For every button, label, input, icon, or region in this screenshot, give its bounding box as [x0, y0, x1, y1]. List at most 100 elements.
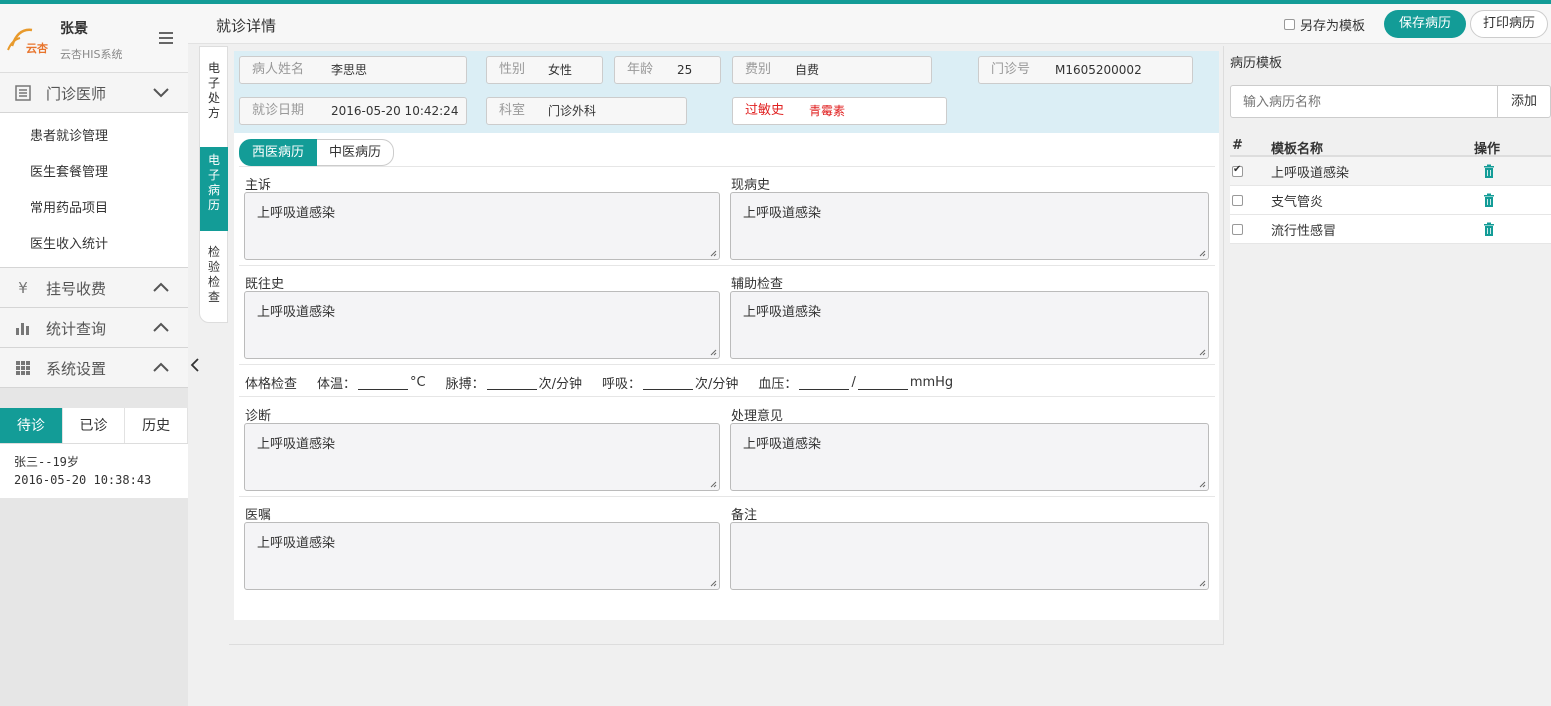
vtab-prescription[interactable]: 电子处方	[200, 55, 228, 135]
row-checkbox[interactable]	[1232, 224, 1243, 235]
doctor-advice-textarea[interactable]: 上呼吸道感染	[244, 522, 720, 590]
checkbox-icon	[1284, 19, 1295, 30]
vitals-row: 体格检查 体温： °C 脉搏： 次/分钟 呼吸： 次/分钟 血压： / mmHg	[245, 373, 953, 392]
resize-grip-icon[interactable]	[710, 349, 717, 356]
record-type-tabs: 西医病历 中医病历	[239, 139, 395, 166]
queue-patient-name: 张三--19岁	[14, 455, 79, 469]
tab-history[interactable]: 历史	[125, 408, 189, 443]
textarea-value: 上呼吸道感染	[257, 437, 336, 452]
page-header: 就诊详情 另存为模板 保存病历 打印病历	[188, 4, 1551, 44]
field-label: 病人姓名	[252, 62, 305, 77]
resize-grip-icon[interactable]	[1199, 481, 1206, 488]
save-as-template-checkbox[interactable]: 另存为模板	[1284, 15, 1365, 34]
column-header: 操作	[1474, 142, 1501, 157]
temp-unit: °C	[410, 375, 426, 390]
trash-icon[interactable]	[1483, 193, 1495, 208]
template-name: 上呼吸道感染	[1271, 166, 1350, 181]
field-label: 科室	[499, 103, 526, 118]
resize-grip-icon[interactable]	[710, 250, 717, 257]
patient-name-field: 病人姓名 李思思	[239, 56, 467, 84]
queue-patient-time: 2016-05-20 10:38:43	[14, 473, 152, 487]
past-history-textarea[interactable]: 上呼吸道感染	[244, 291, 720, 359]
vtab-medical-record[interactable]: 电子病历	[200, 147, 228, 231]
tab-chinese-record[interactable]: 中医病历	[317, 139, 395, 166]
tab-western-record[interactable]: 西医病历	[239, 139, 318, 166]
row-checkbox[interactable]	[1232, 195, 1243, 206]
nav-group-label: 系统设置	[46, 360, 107, 378]
nav-group-registration[interactable]: ¥ 挂号收费	[0, 268, 188, 308]
trash-icon[interactable]	[1483, 222, 1495, 237]
textarea-value: 上呼吸道感染	[257, 206, 336, 221]
submenu-item-common-drugs[interactable]: 常用药品项目	[0, 191, 188, 227]
template-name: 流行性感冒	[1271, 224, 1337, 239]
print-record-button[interactable]: 打印病历	[1470, 10, 1548, 38]
remarks-textarea[interactable]	[730, 522, 1209, 590]
column-header: 模板名称	[1271, 142, 1324, 157]
divider	[239, 496, 1215, 497]
field-label: 年龄	[627, 62, 654, 77]
tab-seen[interactable]: 已诊	[63, 408, 126, 443]
resize-grip-icon[interactable]	[1199, 580, 1206, 587]
submenu-item-patient-visits[interactable]: 患者就诊管理	[0, 119, 188, 155]
row-checkbox[interactable]	[1232, 164, 1243, 177]
submenu-item-doctor-packages[interactable]: 医生套餐管理	[0, 155, 188, 191]
bp-diastolic-input[interactable]	[857, 376, 908, 390]
allergy-field: 过敏史 青霉素	[732, 97, 947, 125]
textarea-value: 上呼吸道感染	[743, 206, 822, 221]
field-label: 过敏史	[745, 103, 785, 118]
chief-complaint-label: 主诉	[245, 178, 272, 193]
template-table-header: # 模板名称 操作	[1230, 133, 1551, 157]
nav-group-settings[interactable]: 系统设置	[0, 348, 188, 388]
submenu-item-doctor-income[interactable]: 医生收入统计	[0, 227, 188, 263]
divider	[239, 396, 1215, 397]
brand-area: 云杏 张景 云杏HIS系统	[0, 4, 188, 73]
chevron-left-icon[interactable]	[189, 357, 201, 373]
temp-input[interactable]	[358, 376, 409, 390]
pulse-unit: 次/分钟	[538, 377, 583, 392]
vtab-lab-tests[interactable]: 检验检查	[200, 239, 228, 317]
add-template-button[interactable]: 添加	[1497, 85, 1551, 118]
field-value: 2016-05-20 10:42:24	[331, 104, 459, 118]
diagnosis-textarea[interactable]: 上呼吸道感染	[244, 423, 720, 491]
divider	[239, 166, 1215, 167]
queue-patient-item[interactable]: 张三--19岁 2016-05-20 10:38:43	[0, 444, 188, 498]
tab-waiting[interactable]: 待诊	[0, 408, 63, 443]
department-field: 科室 门诊外科	[486, 97, 687, 125]
nav-group-outpatient[interactable]: 门诊医师	[0, 73, 188, 113]
template-name-input[interactable]	[1230, 85, 1498, 118]
resize-grip-icon[interactable]	[710, 481, 717, 488]
resize-grip-icon[interactable]	[710, 580, 717, 587]
template-panel-title: 病历模板	[1230, 56, 1283, 71]
queue-tabs: 待诊 已诊 历史	[0, 408, 189, 444]
trash-icon[interactable]	[1483, 164, 1495, 179]
textarea-value: 上呼吸道感染	[257, 536, 336, 551]
table-row[interactable]: 支气管炎	[1230, 186, 1551, 215]
gender-field: 性别 女性	[486, 56, 603, 84]
logo-text: 云杏	[26, 41, 49, 55]
auxiliary-exam-textarea[interactable]: 上呼吸道感染	[730, 291, 1209, 359]
column-header: #	[1232, 138, 1243, 153]
app-logo: 云杏	[7, 28, 49, 55]
nav-group-label: 挂号收费	[46, 280, 107, 298]
nav-group-statistics[interactable]: 统计查询	[0, 308, 188, 348]
table-row[interactable]: 上呼吸道感染	[1230, 157, 1551, 186]
vtab-label: 电子病历	[207, 153, 220, 212]
diagnosis-label: 诊断	[245, 409, 272, 424]
table-row[interactable]: 流行性感冒	[1230, 215, 1551, 244]
treatment-textarea[interactable]: 上呼吸道感染	[730, 423, 1209, 491]
bp-systolic-input[interactable]	[799, 376, 850, 390]
resize-grip-icon[interactable]	[1199, 349, 1206, 356]
menu-toggle-icon[interactable]	[159, 32, 173, 44]
present-illness-textarea[interactable]: 上呼吸道感染	[730, 192, 1209, 260]
chief-complaint-textarea[interactable]: 上呼吸道感染	[244, 192, 720, 260]
save-record-button[interactable]: 保存病历	[1384, 10, 1466, 38]
nav-group-label: 统计查询	[46, 320, 107, 338]
template-name: 支气管炎	[1271, 195, 1324, 210]
resize-grip-icon[interactable]	[1199, 250, 1206, 257]
resp-unit: 次/分钟	[695, 377, 739, 392]
field-value: 25	[677, 63, 693, 77]
resp-input[interactable]	[643, 376, 694, 390]
field-value: 女性	[548, 63, 573, 77]
visit-date-field: 就诊日期 2016-05-20 10:42:24	[239, 97, 467, 125]
pulse-input[interactable]	[486, 376, 537, 390]
